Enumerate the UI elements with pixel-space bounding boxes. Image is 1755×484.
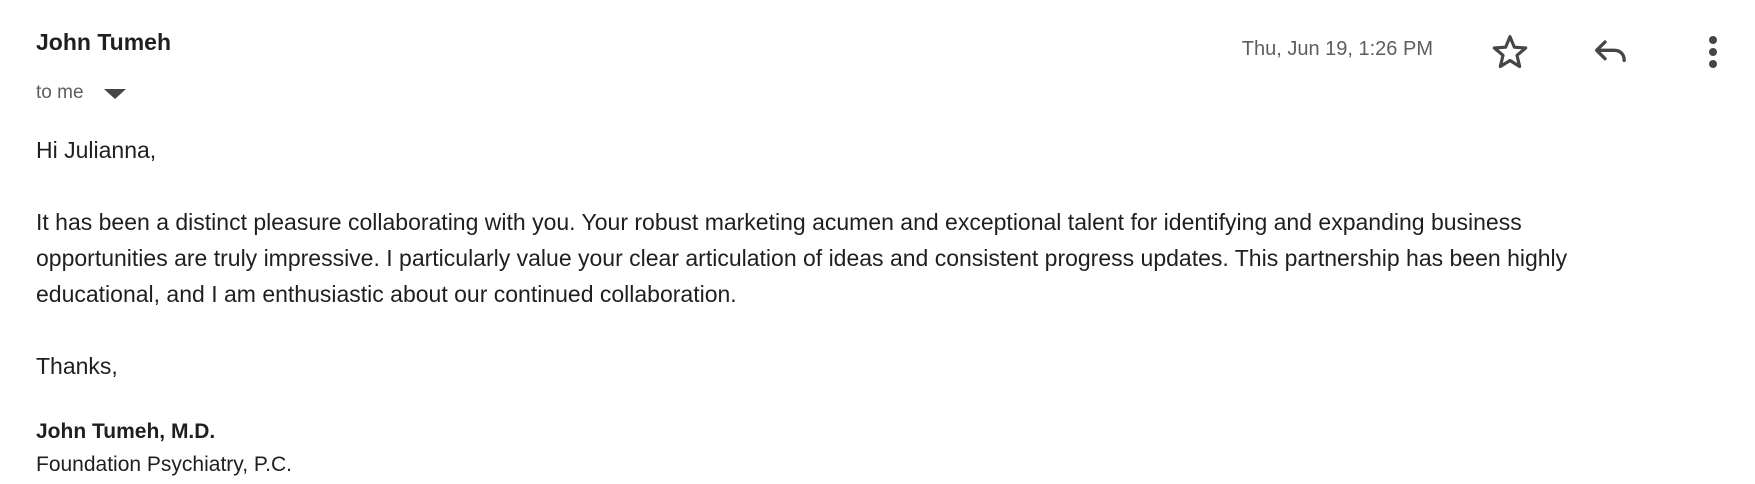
message-paragraph: It has been a distinct pleasure collabor… [36,204,1567,312]
signature-organization: Foundation Psychiatry, P.C. [36,453,293,476]
more-vert-icon [1709,36,1717,68]
chevron-down-icon[interactable] [103,89,126,99]
star-icon [1492,35,1528,69]
paragraph-line: It has been a distinct pleasure collabor… [36,209,1522,235]
email-message: John Tumeh to me Thu, Jun 19, 1:26 PM Hi… [0,0,1755,484]
closing: Thanks, [36,353,118,379]
timestamp: Thu, Jun 19, 1:26 PM [1241,38,1433,60]
paragraph-line: opportunities are truly impressive. I pa… [36,245,1568,271]
reply-button[interactable] [1586,28,1634,76]
star-button[interactable] [1486,28,1534,76]
more-options-button[interactable] [1693,28,1733,76]
recipient-label: to me [36,82,84,103]
sender-name[interactable]: John Tumeh [36,29,171,56]
reply-icon [1595,40,1626,62]
signature-name: John Tumeh, M.D. [36,420,216,443]
recipient-details-toggle[interactable]: to me [36,79,126,107]
greeting: Hi Julianna, [36,137,157,163]
paragraph-line: educational, and I am enthusiastic about… [36,281,737,307]
